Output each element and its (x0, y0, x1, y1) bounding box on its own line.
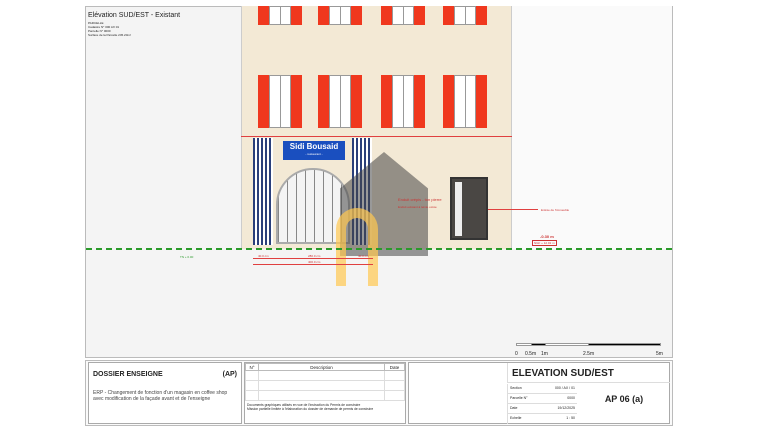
window (258, 75, 302, 128)
info-line: Surface de la Parcelle 245.20m² (88, 33, 131, 37)
field-label: Section (510, 386, 522, 390)
field-label: Echelle (510, 416, 522, 420)
drawing-title: Elévation SUD/EST - Existant (88, 12, 181, 19)
entrance-door (450, 177, 488, 240)
sheet-fields: Section 000 / AX / 01 Parcelle N° 0000 Dat… (507, 384, 577, 424)
window (318, 75, 362, 128)
dimension-line (253, 258, 373, 259)
ngf-annotation: NGF + 12.02 m (532, 240, 557, 246)
scale-label: 2.5m (583, 351, 595, 357)
revision-box: N° Description Date Documents graphiques u… (244, 362, 406, 424)
shop-sign: Sidi Bousaid - restaurant - (283, 141, 345, 160)
note: Mission partielle limitée à l'élaboratio… (247, 407, 374, 411)
rev-header: N° (245, 363, 259, 371)
sign-subtitle: - restaurant - (305, 152, 323, 156)
field-label: Parcelle N° (510, 396, 528, 400)
scale-label: 0 (515, 351, 518, 357)
leader-line (488, 209, 538, 210)
ground-annotation: TN + 0.00 (180, 255, 194, 259)
dimension-line (253, 264, 373, 265)
window (443, 75, 487, 128)
adjacent-area (512, 6, 672, 249)
logo-watermark-arc (336, 208, 378, 286)
scale-label: 5m (656, 351, 663, 357)
field-value: 0000 (567, 396, 575, 400)
wall-sub-annotation: Enduit existant à teinte ocrée (398, 205, 437, 209)
dimension-label: 400.0 cm (308, 260, 321, 264)
left-pilaster (253, 138, 273, 245)
rev-header: Date (384, 363, 405, 371)
door-annotation: Entrée de l'immeuble (541, 208, 570, 212)
rev-notes: Documents graphiques utilisés en vue de … (245, 401, 405, 413)
sheet-info-box: ELEVATION SUD/EST Section 000 / AX / 01 P… (408, 362, 670, 424)
field-value: 19/12/2025 (557, 406, 575, 410)
project-box: DOSSIER ENSEIGNE (AP) ERP - Changement d… (88, 362, 242, 424)
scale-label: 0.5m (525, 351, 537, 357)
field-value: 000 / AX / 01 (554, 386, 575, 390)
window (318, 6, 362, 25)
rev-header: Description (258, 363, 385, 371)
dimension-line (241, 136, 512, 137)
dimension-label: 40.0 cm (258, 254, 269, 258)
dimension-label: 40.0 cm (358, 254, 369, 258)
scale-bar (516, 343, 661, 346)
project-name: DOSSIER ENSEIGNE (93, 371, 163, 378)
window (381, 75, 425, 128)
scale-label: 1m (541, 351, 548, 357)
field-label: Date (510, 406, 518, 410)
sign-name: Sidi Bousaid (289, 142, 339, 151)
sheet-title: ELEVATION SUD/EST (507, 363, 670, 383)
window (443, 6, 487, 25)
project-type: (AP) (222, 371, 237, 378)
field-value: 1 : 50 (566, 416, 575, 420)
sheet-number: AP 06 (a) (604, 394, 644, 404)
drawing-header: Elévation SUD/EST - Existant PARCELLE Ca… (88, 12, 180, 37)
window (258, 6, 302, 25)
project-description: ERP - Changement de fonction d'un magasi… (93, 390, 228, 402)
dimension-label: 280.0 cm (308, 254, 321, 258)
wall-annotation: Enduit crépis - ton pierre (398, 197, 442, 202)
level-annotation: -0.30 m (540, 234, 554, 239)
window (381, 6, 425, 25)
ground-line (86, 248, 672, 250)
